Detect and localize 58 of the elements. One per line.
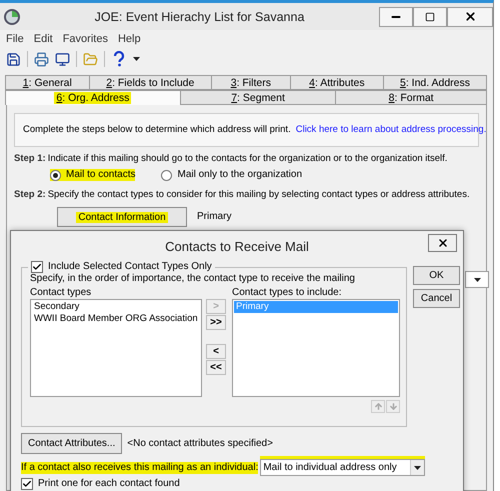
menu-item[interactable]: Favorites — [62, 33, 108, 45]
move-button[interactable]: >> — [206, 315, 226, 330]
tab[interactable]: 2: Fields to Include — [88, 75, 212, 90]
attributes-text: <No contact attributes specified> — [127, 438, 273, 450]
move-button[interactable]: < — [206, 344, 226, 359]
checkbox[interactable] — [31, 261, 43, 273]
dialog-button[interactable]: OK — [413, 266, 460, 285]
individual-dropdown[interactable]: Mail to individual address only — [260, 459, 426, 476]
checkbox[interactable] — [21, 478, 33, 490]
checkbox-label: Include Selected Contact Types Only — [48, 261, 212, 273]
dialog-title: Contacts to Receive Mail — [165, 238, 309, 254]
app-icon — [4, 8, 20, 24]
list-item[interactable]: Secondary — [32, 301, 200, 313]
close-icon[interactable] — [464, 10, 476, 23]
help-icon[interactable] — [111, 51, 127, 67]
monitor-icon[interactable] — [55, 52, 70, 66]
step-text: Specify the contact types to consider for this mailing by selecting contact types or address attributes. — [48, 189, 470, 201]
step-label: Step 1: — [14, 153, 46, 165]
individual-label: If a contact also receives this mailing as an individual: — [21, 462, 258, 474]
step-label: Step 2: — [14, 189, 46, 201]
tab[interactable]: 6: Org. Address — [5, 90, 181, 105]
maximize-button[interactable] — [413, 6, 447, 26]
menu-item[interactable]: Help — [118, 33, 141, 45]
tab[interactable]: 8: Format — [335, 90, 487, 105]
radio-option[interactable]: Mail only to the organization — [161, 169, 302, 181]
step-text: Indicate if this mailing should go to the contacts for the organization or to the organization itself. — [48, 153, 448, 165]
save-icon[interactable] — [6, 52, 21, 66]
checkbox-label: Print one for each contact found — [38, 478, 180, 490]
maximize-icon[interactable] — [425, 12, 435, 22]
close-icon[interactable] — [436, 237, 448, 249]
minimize-button[interactable] — [379, 6, 413, 26]
instruction-text: Complete the steps below to determine which address will print. — [23, 124, 291, 136]
tab[interactable]: 5: Ind. Address — [383, 75, 487, 90]
list-label: Contact types to include: — [232, 287, 343, 299]
printer-icon[interactable] — [34, 52, 49, 66]
tab[interactable]: 4: Attributes — [290, 75, 384, 90]
dropdown-arrow-icon[interactable] — [474, 278, 480, 282]
contact-information-button[interactable]: Contact Information — [57, 207, 187, 227]
menu-item[interactable]: Edit — [34, 33, 53, 45]
contact-attributes-button[interactable]: Contact Attributes... — [21, 433, 122, 454]
menu-item[interactable]: File — [6, 33, 24, 45]
contact-types-list[interactable]: Secondary WWII Board Member ORG Association — [30, 299, 202, 397]
instruction-text: Specify, in the order of importance, the contact type to receive the mailing — [30, 273, 356, 285]
window-title: JOE: Event Hierachy List for Savanna — [94, 10, 306, 24]
contact-type-value: Primary — [197, 211, 232, 223]
tab[interactable]: 3: Filters — [211, 75, 291, 90]
close-button[interactable] — [447, 6, 493, 26]
dropdown-arrow-icon[interactable] — [414, 466, 422, 470]
dropdown-field[interactable] — [465, 271, 489, 288]
list-label: Contact types — [30, 287, 92, 299]
tab[interactable]: 1: General — [5, 75, 90, 90]
move-button[interactable]: << — [206, 360, 226, 375]
list-item[interactable]: WWII Board Member ORG Association — [32, 313, 200, 325]
dialog-button[interactable]: Cancel — [413, 289, 460, 308]
close-button[interactable] — [428, 234, 457, 252]
dropdown-arrow-icon[interactable] — [133, 57, 140, 61]
tab[interactable]: 7: Segment — [180, 90, 336, 105]
help-link[interactable]: Click here to learn about address processing. — [296, 124, 486, 136]
